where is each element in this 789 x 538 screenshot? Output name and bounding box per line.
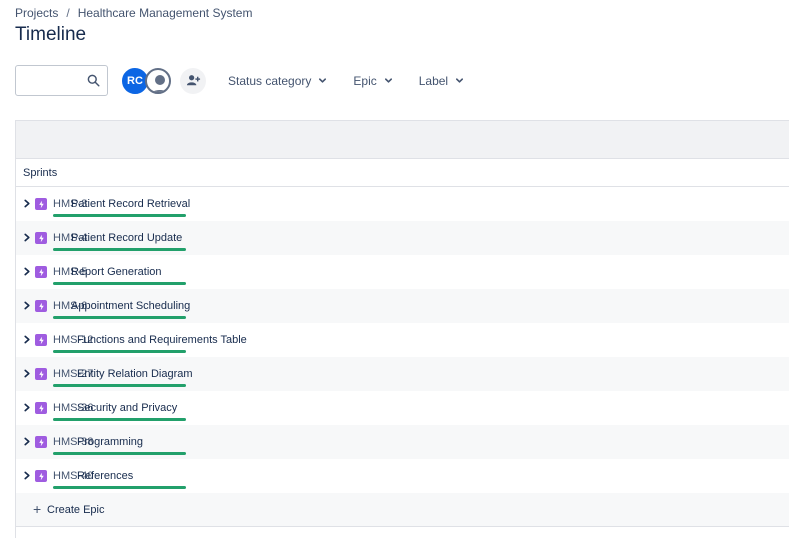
breadcrumb: Projects / Healthcare Management System (15, 6, 252, 20)
epic-progress-bar (53, 384, 186, 387)
chevron-right-icon[interactable] (23, 199, 31, 208)
sprints-row: Sprints (16, 159, 789, 187)
epic-progress-bar (53, 282, 186, 285)
chevron-right-icon[interactable] (23, 301, 31, 310)
epic-icon (35, 266, 47, 278)
epic-row[interactable]: HMS-38 Programming (16, 425, 789, 459)
chevron-right-icon[interactable] (23, 369, 31, 378)
toolbar: RC Status category Epic Label (15, 65, 468, 96)
epic-icon (35, 300, 47, 312)
epic-icon (35, 232, 47, 244)
epic-progress-bar (53, 248, 186, 251)
epic-title[interactable]: Programming (77, 436, 143, 448)
epic-progress-fill (53, 350, 186, 353)
plus-icon: + (33, 501, 42, 517)
epic-icon (35, 334, 47, 346)
chevron-right-icon[interactable] (23, 335, 31, 344)
epic-progress-bar (53, 316, 186, 319)
breadcrumb-projects-link[interactable]: Projects (15, 6, 58, 20)
epic-progress-fill (53, 248, 186, 251)
filter-label: Epic (353, 73, 377, 88)
epic-row[interactable]: HMS-12 Functions and Requirements Table (16, 323, 789, 357)
filter-label: Label (418, 73, 449, 88)
avatar-group: RC (120, 65, 171, 96)
page-title: Timeline (15, 24, 87, 45)
search-input[interactable] (22, 66, 92, 94)
epic-progress-bar (53, 214, 186, 217)
epic-progress-fill (53, 452, 186, 455)
epic-icon (35, 470, 47, 482)
epic-progress-fill (53, 384, 186, 387)
create-epic-label: Create Epic (47, 504, 105, 516)
epic-list: HMS-3 Patient Record Retrieval HMS-4 Patien… (16, 187, 789, 493)
sprints-label: Sprints (23, 166, 58, 179)
breadcrumb-project-link[interactable]: Healthcare Management System (78, 6, 253, 20)
timeline-header (16, 121, 789, 159)
avatar-initials: RC (127, 74, 143, 87)
epic-title[interactable]: References (77, 470, 133, 482)
chevron-right-icon[interactable] (23, 471, 31, 480)
chevron-right-icon[interactable] (23, 403, 31, 412)
epic-title[interactable]: Entity Relation Diagram (77, 368, 193, 380)
epic-icon (35, 368, 47, 380)
filter-label-dropdown[interactable]: Label (415, 70, 468, 92)
chevron-down-icon (319, 78, 327, 83)
epic-icon (35, 436, 47, 448)
chevron-right-icon[interactable] (23, 437, 31, 446)
avatar-user[interactable] (145, 67, 171, 94)
epic-progress-fill (53, 418, 186, 421)
epic-title[interactable]: Security and Privacy (77, 402, 177, 414)
timeline-grid: Sprints HMS-3 Patient Record Retrieval HMS… (15, 120, 789, 538)
epic-progress-bar (53, 486, 186, 489)
epic-progress-fill (53, 316, 186, 319)
user-icon (152, 74, 168, 92)
epic-row[interactable]: HMS-6 Appointment Scheduling (16, 289, 789, 323)
breadcrumb-separator: / (66, 6, 70, 20)
search-icon[interactable] (87, 74, 100, 87)
epic-icon (35, 198, 47, 210)
chevron-down-icon (456, 78, 464, 83)
filter-epic[interactable]: Epic (349, 70, 396, 92)
epic-title[interactable]: Patient Record Update (71, 232, 182, 244)
epic-row[interactable]: HMS-3 Patient Record Retrieval (16, 187, 789, 221)
epic-title[interactable]: Patient Record Retrieval (71, 198, 190, 210)
epic-progress-fill (53, 486, 186, 489)
create-epic-button[interactable]: + Create Epic (16, 493, 789, 527)
epic-icon (35, 402, 47, 414)
filter-status-category[interactable]: Status category (224, 70, 331, 92)
epic-row[interactable]: HMS-4 Patient Record Update (16, 221, 789, 255)
epic-title[interactable]: Report Generation (71, 266, 162, 278)
add-person-icon (186, 75, 200, 86)
epic-progress-bar (53, 452, 186, 455)
chevron-down-icon (384, 78, 392, 83)
epic-title[interactable]: Functions and Requirements Table (77, 334, 247, 346)
epic-row[interactable]: HMS-40 References (16, 459, 789, 493)
chevron-right-icon[interactable] (23, 233, 31, 242)
epic-row[interactable]: HMS-5 Report Generation (16, 255, 789, 289)
chevron-right-icon[interactable] (23, 267, 31, 276)
epic-progress-bar (53, 418, 186, 421)
epic-row[interactable]: HMS-36 Security and Privacy (16, 391, 789, 425)
search-box[interactable] (15, 65, 108, 96)
epic-title[interactable]: Appointment Scheduling (71, 300, 190, 312)
epic-progress-bar (53, 350, 186, 353)
filter-label: Status category (228, 73, 312, 88)
epic-progress-fill (53, 282, 186, 285)
epic-progress-fill (53, 214, 186, 217)
epic-row[interactable]: HMS-27 Entity Relation Diagram (16, 357, 789, 391)
add-people-button[interactable] (180, 67, 206, 94)
